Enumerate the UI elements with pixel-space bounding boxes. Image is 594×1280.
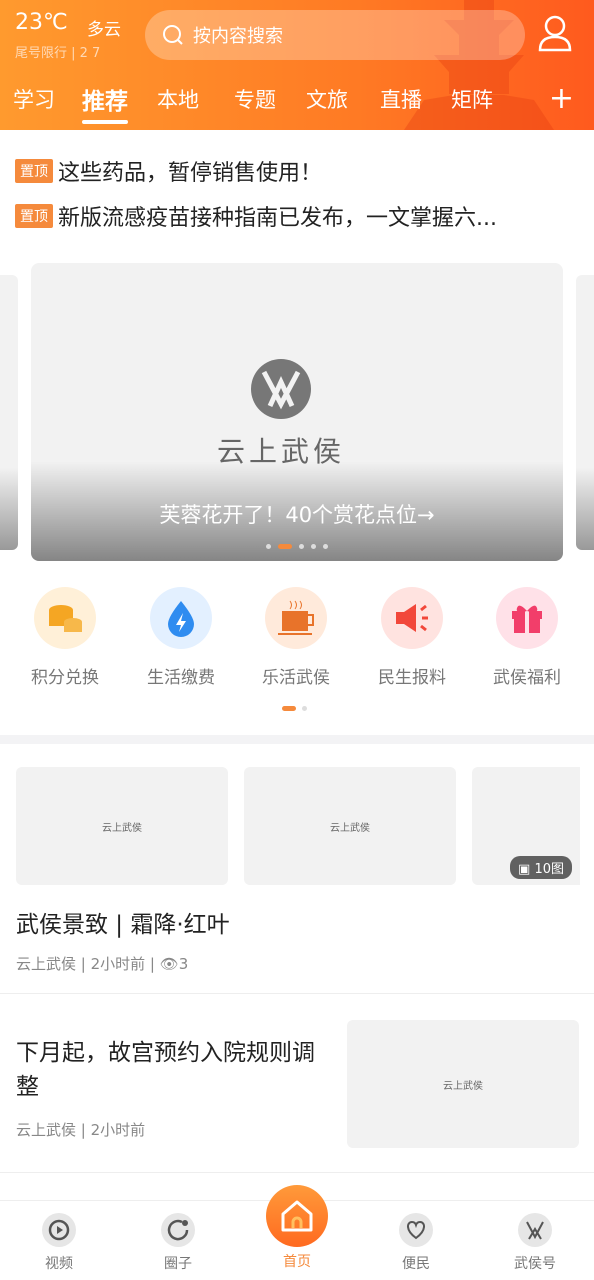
add-channel-icon[interactable]: + [549, 84, 574, 114]
speaker-icon [381, 587, 443, 649]
nav-label: 圈子 [164, 1256, 192, 1272]
article-thumbnail[interactable]: 云上武侯 [16, 767, 228, 885]
logo-text: 云上武侯 [102, 822, 142, 834]
article-source-time: 云上武侯 | 2小时前 | [16, 955, 160, 973]
search-placeholder: 按内容搜索 [193, 26, 283, 47]
service-leisure[interactable]: 乐活武侯 [251, 587, 341, 688]
nav-label: 武侯号 [514, 1256, 556, 1272]
service-report[interactable]: 民生报料 [367, 587, 457, 688]
services-pager [282, 706, 307, 711]
article-thumbnail[interactable]: ▣ 10图 [472, 767, 580, 885]
water-bolt-icon [150, 587, 212, 649]
service-label: 积分兑换 [31, 668, 99, 688]
heart-smile-icon [399, 1213, 433, 1247]
dot [266, 544, 271, 549]
dot-active [278, 544, 292, 549]
eye-icon: 👁 [159, 955, 179, 973]
header: 23℃ 多云 尾号限行 | 2 7 按内容搜索 学习 推荐 本地 专题 文旅 直… [0, 0, 594, 130]
divider [0, 735, 594, 744]
banner-caption: 芙蓉花开了！40个赏花点位→ [159, 503, 435, 527]
article-meta: 云上武侯 | 2小时前 | 👁3 [16, 953, 188, 974]
pinned-badge: 置顶 [15, 204, 53, 228]
dot [323, 544, 328, 549]
divider [0, 1172, 594, 1173]
service-label: 乐活武侯 [262, 668, 330, 688]
article-thumbnail[interactable]: 云上武侯 [347, 1020, 579, 1148]
weather: 多云 [87, 20, 121, 40]
nav-label: 视频 [45, 1256, 73, 1272]
image-count-badge: ▣ 10图 [510, 856, 572, 879]
pinned-badge: 置顶 [15, 159, 53, 183]
tab-live[interactable]: 直播 [380, 84, 422, 114]
temperature: 23℃ [15, 10, 68, 35]
channel-tabs: 学习 推荐 本地 专题 文旅 直播 矩阵 [0, 82, 594, 124]
tab-matrix[interactable]: 矩阵 [451, 84, 493, 114]
home-icon[interactable] [266, 1185, 328, 1247]
wuhou-logo-icon [518, 1213, 552, 1247]
service-bill-payment[interactable]: 生活缴费 [136, 587, 226, 688]
service-welfare[interactable]: 武侯福利 [482, 587, 572, 688]
nav-video[interactable]: 视频 [24, 1213, 94, 1273]
logo-text: 云上武侯 [330, 822, 370, 834]
article-meta: 云上武侯 | 2小时前 [16, 1121, 146, 1139]
video-icon [42, 1213, 76, 1247]
nav-wuhou-account[interactable]: 武侯号 [500, 1213, 570, 1273]
tab-culture-travel[interactable]: 文旅 [306, 84, 348, 114]
view-count: 3 [178, 955, 189, 973]
pinned-title: 这些药品，暂停销售使用！ [58, 161, 323, 186]
tab-recommend[interactable]: 推荐 [82, 82, 128, 124]
pinned-item[interactable]: 置顶 新版流感疫苗接种指南已发布，一文掌握六... [15, 200, 497, 232]
banner-prev-slide[interactable] [0, 275, 18, 550]
banner-next-slide[interactable] [576, 275, 594, 550]
nav-label: 首页 [283, 1254, 311, 1270]
article-title[interactable]: 下月起，故宫预约入院规则调整 [16, 1036, 336, 1104]
logo-text: 云上武侯 [443, 1080, 483, 1092]
carousel-indicator [31, 544, 563, 549]
pinned-item[interactable]: 置顶 这些药品，暂停销售使用！ [15, 155, 322, 187]
article-thumbnail[interactable]: 云上武侯 [244, 767, 456, 885]
service-label: 民生报料 [378, 668, 446, 688]
dot [311, 544, 316, 549]
tab-study[interactable]: 学习 [13, 84, 55, 114]
plate-limit: 尾号限行 | 2 7 [15, 46, 101, 61]
service-points-exchange[interactable]: 积分兑换 [20, 587, 110, 688]
article-title[interactable]: 武侯景致 | 霜降·红叶 [16, 905, 230, 939]
nav-circle[interactable]: 圈子 [143, 1213, 213, 1273]
circle-icon [161, 1213, 195, 1247]
search-input[interactable]: 按内容搜索 [145, 10, 525, 60]
dot-active [282, 706, 296, 711]
user-icon[interactable] [538, 14, 572, 52]
coffee-icon [265, 587, 327, 649]
dot [299, 544, 304, 549]
search-icon [163, 25, 183, 45]
banner-carousel[interactable]: 云上武侯 芙蓉花开了！40个赏花点位→ [31, 263, 563, 561]
divider [0, 993, 594, 994]
coins-icon [34, 587, 96, 649]
nav-home[interactable]: 首页 [262, 1251, 332, 1271]
app-logo: 云上武侯 [217, 358, 345, 470]
tab-local[interactable]: 本地 [157, 84, 199, 114]
nav-label: 便民 [402, 1256, 430, 1272]
service-label: 生活缴费 [147, 668, 215, 688]
gift-icon [496, 587, 558, 649]
tab-topics[interactable]: 专题 [234, 84, 276, 114]
service-label: 武侯福利 [493, 668, 561, 688]
pinned-title: 新版流感疫苗接种指南已发布，一文掌握六... [58, 206, 497, 231]
image-count: 10图 [534, 862, 564, 877]
nav-services[interactable]: 便民 [381, 1213, 451, 1273]
dot [302, 706, 307, 711]
